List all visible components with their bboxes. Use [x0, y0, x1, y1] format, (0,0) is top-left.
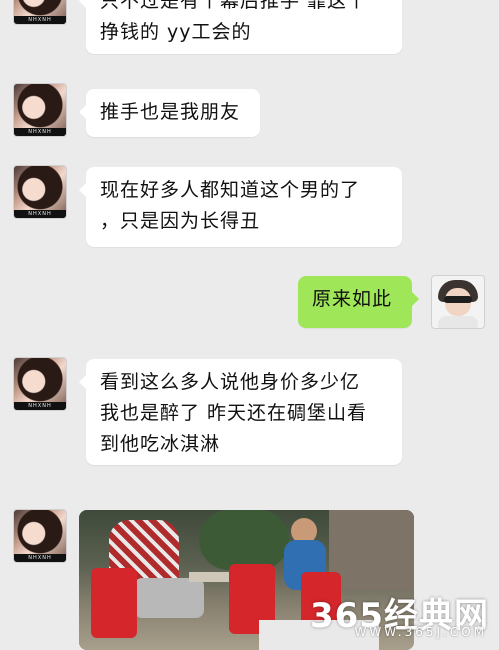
- contact-avatar[interactable]: NHXNH: [14, 358, 66, 410]
- message-line: 挣钱的 yy工会的: [100, 21, 252, 43]
- contact-avatar[interactable]: NHXNH: [14, 510, 66, 562]
- message-line: 推手也是我朋友: [100, 101, 241, 123]
- contact-avatar[interactable]: NHXNH: [14, 0, 66, 24]
- message-bubble[interactable]: 推手也是我朋友: [79, 89, 260, 137]
- message-line: 现在好多人都知道这个男的了: [100, 179, 361, 201]
- message-line: 到他吃冰淇淋: [100, 433, 221, 455]
- message-line: 看到这么多人说他身价多少亿: [100, 371, 361, 393]
- message-bubble[interactable]: 看到这么多人说他身价多少亿 我也是醉了 昨天还在碉堡山看 到他吃冰淇淋: [79, 359, 402, 465]
- message-line: 我也是醉了 昨天还在碉堡山看: [100, 402, 368, 424]
- watermark-url: WWW.365J.COM: [354, 625, 487, 639]
- contact-avatar[interactable]: NHXNH: [14, 166, 66, 218]
- self-avatar[interactable]: [432, 276, 484, 328]
- message-line: 只不过是有个幕后推手 靠这个: [100, 0, 368, 12]
- message-line: 原来如此: [312, 288, 393, 310]
- contact-avatar[interactable]: NHXNH: [14, 84, 66, 136]
- message-line: ，只是因为长得丑: [100, 210, 261, 232]
- message-bubble[interactable]: 只不过是有个幕后推手 靠这个 挣钱的 yy工会的: [79, 0, 402, 54]
- message-bubble-self[interactable]: 原来如此: [298, 276, 419, 328]
- message-bubble[interactable]: 现在好多人都知道这个男的了 ，只是因为长得丑: [79, 167, 402, 247]
